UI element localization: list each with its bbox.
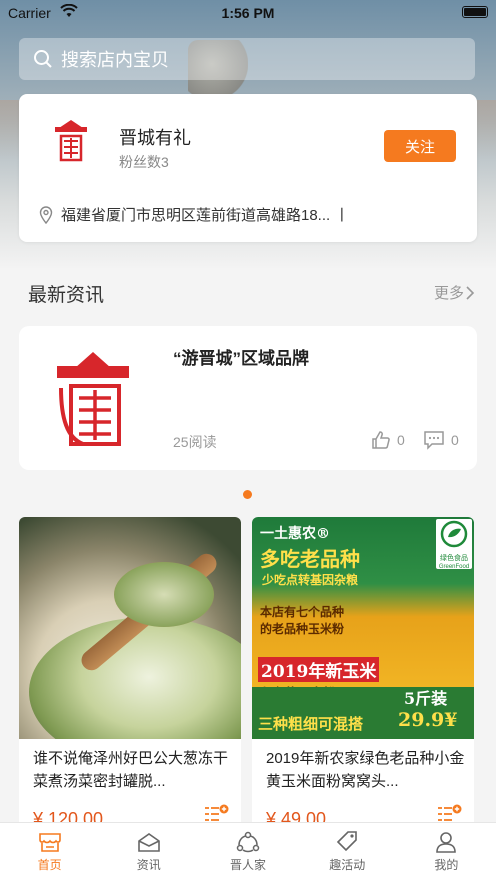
carousel-indicator — [243, 490, 252, 499]
chevron-right-icon — [466, 285, 475, 300]
tab-news[interactable]: 资讯 — [99, 823, 198, 882]
comment-button[interactable]: 0 — [423, 430, 459, 450]
status-bar: Carrier 1:56 PM — [0, 0, 496, 26]
tab-profile[interactable]: 我的 — [397, 823, 496, 882]
tab-label: 趣活动 — [329, 858, 366, 872]
clock: 1:56 PM — [221, 5, 275, 21]
news-more-link[interactable]: 更多 — [434, 282, 476, 303]
news-read-count: 25阅读 — [173, 434, 217, 450]
tab-label: 我的 — [434, 858, 459, 872]
shop-logo[interactable] — [45, 116, 97, 168]
search-bar[interactable]: 搜索店内宝贝 — [19, 38, 475, 80]
product-image — [19, 517, 241, 739]
badge-label: 绿色食品 — [440, 555, 468, 562]
shop-address[interactable]: 福建省厦门市思明区莲前街道高雄路18... 丨 — [39, 204, 349, 225]
tab-label: 首页 — [37, 858, 62, 872]
badge-label-en: GreenFood — [438, 564, 470, 570]
like-count: 0 — [397, 432, 405, 448]
tab-activities[interactable]: 趣活动 — [298, 823, 397, 882]
shop-name: 晋城有礼 — [119, 128, 191, 148]
green-food-badge: 绿色食品 GreenFood — [436, 519, 472, 570]
news-icon — [137, 833, 160, 852]
image-sub: 少吃点转基因杂粮 — [262, 573, 359, 587]
image-note-1: 本店有七个品种 — [260, 605, 345, 619]
image-year: 2019年新玉米 — [258, 657, 380, 682]
more-label: 更多 — [433, 285, 464, 302]
search-icon — [34, 50, 52, 68]
home-store-icon — [38, 833, 61, 852]
scoop-graphic — [114, 562, 214, 627]
product-image: 一土惠农® 多吃老品种 少吃点转基因杂粮 本店有七个品种 的老品种玉米粉 201… — [252, 517, 474, 739]
product-name: 2019年新农家绿色老品种小金黄玉米面粉窝窝头... — [266, 750, 465, 790]
product-name: 谁不说俺泽州好巴公大葱冻干菜煮汤菜密封罐脱... — [33, 750, 229, 790]
shop-card: 晋城有礼 粉丝数3 关注 福建省厦门市思明区莲前街道高雄路18... 丨 — [19, 94, 477, 242]
tab-home[interactable]: 首页 — [0, 823, 99, 882]
community-icon — [236, 831, 260, 853]
tab-label: 资讯 — [136, 858, 161, 872]
search-placeholder: 搜索店内宝贝 — [61, 50, 169, 70]
news-section-title: 最新资讯 — [28, 285, 105, 306]
image-brand: 一土惠农® — [260, 526, 330, 542]
image-weight: 5斤装 — [404, 689, 448, 708]
tag-icon — [337, 831, 358, 852]
news-card[interactable]: “游晋城”区域品牌 25阅读 0 0 — [19, 326, 477, 470]
tab-label: 晋人家 — [230, 858, 267, 872]
comment-icon — [424, 431, 444, 450]
image-tagline: 三种粗细可混搭 — [258, 715, 364, 733]
product-card[interactable]: 谁不说俺泽州好巴公大葱冻干菜煮汤菜密封罐脱... ¥ 120.00 — [19, 517, 241, 827]
comment-count: 0 — [451, 432, 459, 448]
image-note-2: 的老品种玉米粉 — [260, 622, 345, 636]
follow-button[interactable]: 关注 — [384, 130, 456, 162]
thumbs-up-icon — [372, 431, 390, 449]
tab-community[interactable]: 晋人家 — [198, 823, 297, 882]
image-headline: 多吃老品种 — [260, 547, 360, 571]
news-thumbnail — [53, 348, 133, 448]
battery-icon — [462, 6, 488, 18]
shop-address-text: 福建省厦门市思明区莲前街道高雄路18... 丨 — [61, 207, 350, 224]
news-title: “游晋城”区域品牌 — [173, 349, 309, 368]
location-pin-icon — [39, 205, 53, 224]
profile-icon — [436, 832, 457, 853]
shop-fans-count: 粉丝数3 — [119, 154, 169, 170]
image-price: 29.9¥ — [398, 709, 458, 731]
green-food-logo — [440, 520, 468, 548]
product-card[interactable]: 一土惠农® 多吃老品种 少吃点转基因杂粮 本店有七个品种 的老品种玉米粉 201… — [252, 517, 474, 827]
tab-bar: 首页 资讯 晋人家 趣活动 我的 — [0, 822, 496, 882]
like-button[interactable]: 0 — [371, 430, 405, 450]
